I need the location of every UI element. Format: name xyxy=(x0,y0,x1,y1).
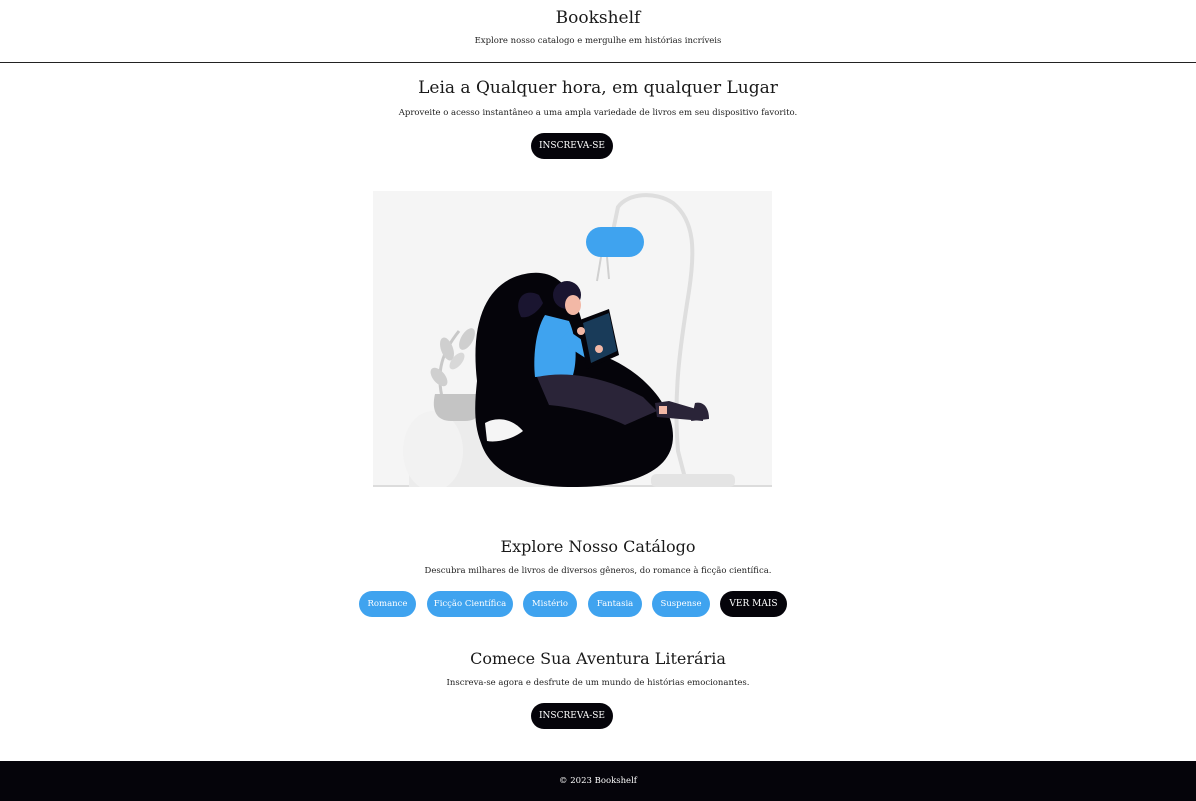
reading-woman-illustration xyxy=(373,191,772,487)
catalog-title: Explore Nosso Catálogo xyxy=(500,537,696,556)
hero-subscribe-button[interactable]: INSCREVA-SE xyxy=(531,133,613,159)
site-subtitle: Explore nosso catalogo e mergulhe em his… xyxy=(474,36,722,46)
genre-list: Romance Ficção Científica Mistério Fanta… xyxy=(0,591,1196,617)
adventure-text: Inscreva-se agora e desfrute de um mundo… xyxy=(446,678,750,688)
genre-romance-button[interactable]: Romance xyxy=(359,591,416,617)
footer-copyright: © 2023 Bookshelf xyxy=(559,776,637,786)
catalog-text: Descubra milhares de livros de diversos … xyxy=(424,566,772,576)
adventure-title: Comece Sua Aventura Literária xyxy=(470,649,726,668)
hero-text: Aproveite o acesso instantâneo a uma amp… xyxy=(398,108,798,118)
see-more-button[interactable]: VER MAIS xyxy=(720,591,787,617)
site-header: Bookshelf Explore nosso catalogo e mergu… xyxy=(0,0,1196,63)
genre-ficcao-cientifica-button[interactable]: Ficção Científica xyxy=(427,591,513,617)
genre-misterio-button[interactable]: Mistério xyxy=(523,591,577,617)
site-title: Bookshelf xyxy=(555,8,641,28)
hero-title: Leia a Qualquer hora, em qualquer Lugar xyxy=(418,78,778,98)
adventure-subscribe-button[interactable]: INSCREVA-SE xyxy=(531,703,613,729)
genre-fantasia-button[interactable]: Fantasia xyxy=(588,591,642,617)
genre-suspense-button[interactable]: Suspense xyxy=(652,591,710,617)
site-footer: © 2023 Bookshelf xyxy=(0,761,1196,801)
